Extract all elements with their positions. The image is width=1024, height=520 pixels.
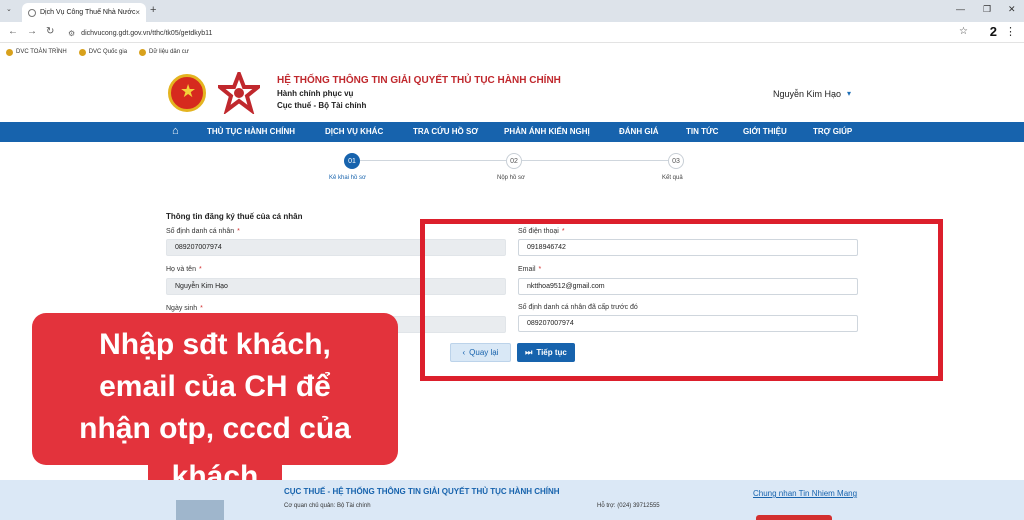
nav-danh-gia[interactable]: ĐÁNH GIÁ bbox=[619, 127, 659, 136]
browser-tab[interactable]: Dịch Vụ Công Thuế Nhà Nước × bbox=[22, 3, 146, 22]
step-3-label: Kết quả bbox=[662, 175, 683, 181]
caption-line: Nhập sđt khách, bbox=[99, 328, 331, 361]
window-close-icon[interactable]: ✕ bbox=[1008, 4, 1016, 15]
back-icon[interactable]: ← bbox=[8, 26, 18, 37]
chevron-down-icon[interactable]: ▾ bbox=[847, 89, 851, 98]
forward-icon[interactable]: → bbox=[27, 26, 37, 37]
bookmark-star-icon[interactable]: ☆ bbox=[959, 26, 968, 37]
site-header bbox=[0, 61, 1024, 122]
nav-tin-tuc[interactable]: TIN TỨC bbox=[686, 127, 718, 136]
trust-badge-link[interactable]: Chung nhan Tin Nhiem Mang bbox=[753, 488, 863, 500]
bookmark-item[interactable]: Dữ liệu dân cư bbox=[139, 48, 189, 56]
url-text: dichvucong.gdt.gov.vn/tthc/tk05/getdkyb1… bbox=[81, 29, 213, 37]
tab-title: Dịch Vụ Công Thuế Nhà Nước bbox=[40, 9, 136, 16]
bookmark-icon bbox=[6, 48, 13, 56]
form-section-title: Thông tin đăng ký thuế của cá nhân bbox=[166, 212, 303, 221]
tab-search-icon[interactable]: ⌄ bbox=[6, 5, 12, 13]
main-navbar: ⌂ THỦ TỤC HÀNH CHÍNH DỊCH VỤ KHÁC TRA CỨ… bbox=[0, 122, 1024, 142]
site-info-icon[interactable]: ⚙ bbox=[68, 29, 75, 38]
step-1-label: Kê khai hồ sơ bbox=[329, 175, 366, 181]
bookmark-icon bbox=[139, 48, 147, 56]
nav-phan-anh[interactable]: PHẢN ÁNH KIẾN NGHỊ bbox=[504, 127, 590, 136]
new-tab-button[interactable]: + bbox=[150, 4, 156, 16]
highlight-box bbox=[420, 219, 943, 381]
nav-thu-tuc[interactable]: THỦ TỤC HÀNH CHÍNH bbox=[207, 127, 295, 136]
site-agency: Cục thuế - Bộ Tài chính bbox=[277, 101, 367, 110]
address-bar: ← → ↻ ⚙ dichvucong.gdt.gov.vn/tthc/tk05/… bbox=[0, 22, 1024, 43]
tax-department-logo bbox=[218, 72, 260, 114]
footer-badge bbox=[756, 515, 832, 520]
dob-label: Ngày sinh * bbox=[166, 305, 203, 312]
site-subtitle: Hành chính phục vụ bbox=[277, 89, 354, 98]
step-1-circle: 01 bbox=[344, 153, 360, 169]
bookmarks-bar: DVC TOÀN TRÌNH DVC Quốc gia Dữ liệu dân … bbox=[0, 43, 1024, 61]
reload-icon[interactable]: ↻ bbox=[46, 26, 54, 37]
site-title: HỆ THỐNG THÔNG TIN GIẢI QUYẾT THỦ TỤC HÀ… bbox=[277, 75, 561, 86]
footer-title: CỤC THUẾ - HỆ THỐNG THÔNG TIN GIẢI QUYẾT… bbox=[284, 487, 560, 496]
profile-button[interactable]: 2 bbox=[990, 24, 997, 39]
nav-dich-vu-khac[interactable]: DỊCH VỤ KHÁC bbox=[325, 127, 383, 136]
bookmark-icon bbox=[78, 48, 86, 56]
favicon-icon bbox=[28, 8, 36, 17]
nav-tro-giup[interactable]: TRỢ GIÚP bbox=[813, 127, 852, 136]
browser-menu-icon[interactable]: ⋮ bbox=[1005, 25, 1016, 38]
caption-line: email của CH để bbox=[99, 370, 331, 403]
id-label: Số định danh cá nhân * bbox=[166, 228, 240, 235]
step-connector bbox=[522, 160, 668, 161]
nav-gioi-thieu[interactable]: GIỚI THIỆU bbox=[743, 127, 787, 136]
name-label: Họ và tên * bbox=[166, 266, 202, 273]
step-connector bbox=[360, 160, 506, 161]
home-icon[interactable]: ⌂ bbox=[172, 125, 179, 137]
footer-building-image bbox=[176, 500, 224, 520]
close-tab-icon[interactable]: × bbox=[135, 8, 140, 17]
step-3-circle: 03 bbox=[668, 153, 684, 169]
bookmark-item[interactable]: DVC Quốc gia bbox=[78, 48, 127, 56]
url-field[interactable]: ⚙ dichvucong.gdt.gov.vn/tthc/tk05/getdky… bbox=[68, 26, 968, 40]
step-2-label: Nộp hồ sơ bbox=[497, 175, 525, 181]
footer-agency: Cơ quan chủ quản: Bộ Tài chính bbox=[284, 503, 371, 509]
caption-line: nhận otp, cccd của bbox=[79, 412, 351, 445]
bookmark-item[interactable]: DVC TOÀN TRÌNH bbox=[6, 48, 67, 56]
nav-tra-cuu[interactable]: TRA CỨU HỒ SƠ bbox=[413, 127, 478, 136]
site-footer bbox=[0, 480, 1024, 520]
user-menu[interactable]: Nguyễn Kim Hạo bbox=[773, 89, 841, 99]
footer-phone: Hỗ trợ: (024) 39712555 bbox=[597, 503, 660, 509]
minimize-icon[interactable]: — bbox=[956, 4, 965, 14]
restore-icon[interactable]: ❐ bbox=[983, 4, 991, 15]
browser-tab-bar: ⌄ Dịch Vụ Công Thuế Nhà Nước × + — ❐ ✕ bbox=[0, 0, 1024, 22]
national-emblem-logo bbox=[168, 74, 206, 112]
step-2-circle: 02 bbox=[506, 153, 522, 169]
